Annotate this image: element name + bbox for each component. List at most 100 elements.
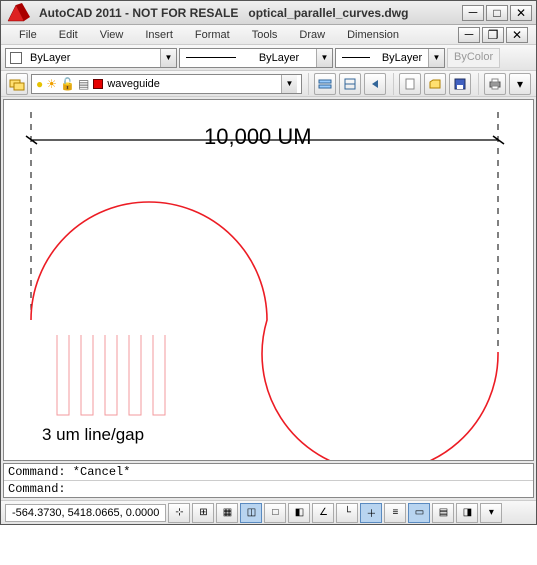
osnap-button[interactable]: □: [264, 503, 286, 523]
coordinate-display[interactable]: -564.3730, 5418.0665, 0.0000: [5, 504, 166, 522]
dimension-text: 10,000 UM: [204, 124, 312, 150]
layer-color-swatch-icon: [93, 79, 103, 89]
menu-insert[interactable]: Insert: [135, 27, 183, 43]
command-window[interactable]: Command: *Cancel* Command:: [3, 463, 534, 498]
doc-close-button[interactable]: ✕: [506, 27, 528, 43]
layer-states-icon: [318, 77, 332, 91]
tpy-icon: ▭: [415, 507, 424, 518]
menu-tools[interactable]: Tools: [242, 27, 288, 43]
print-icon: [488, 77, 502, 91]
drawing-vector: [4, 100, 529, 460]
color-dropdown[interactable]: ByLayer ▼: [5, 48, 177, 68]
otrack-button[interactable]: ∠: [312, 503, 334, 523]
qp-button[interactable]: ▤: [432, 503, 454, 523]
open-file-button[interactable]: [424, 73, 446, 95]
plotstyle-value: ByColor: [454, 51, 493, 63]
close-button[interactable]: ✕: [510, 5, 532, 21]
osnap-icon: □: [272, 507, 278, 518]
ducs-button[interactable]: └: [336, 503, 358, 523]
chevron-down-icon: ▾: [489, 507, 494, 518]
chevron-down-icon[interactable]: ▼: [428, 49, 444, 67]
ortho-button[interactable]: ▦: [216, 503, 238, 523]
sun-icon: ☀: [46, 78, 57, 90]
snap-button[interactable]: ⊹: [168, 503, 190, 523]
lineweight-value: ByLayer: [378, 52, 426, 64]
layer-properties-button[interactable]: [6, 73, 28, 95]
qp-icon: ▤: [439, 507, 448, 518]
new-file-icon: [403, 77, 417, 91]
maximize-icon: □: [493, 7, 500, 19]
snap-icon: ⊹: [175, 507, 183, 518]
color-value: ByLayer: [26, 52, 74, 64]
grid-button[interactable]: ⊞: [192, 503, 214, 523]
3dosnap-button[interactable]: ◧: [288, 503, 310, 523]
drawing-canvas[interactable]: 10,000 UM 3 um line/gap: [4, 100, 533, 460]
doc-minimize-button[interactable]: －: [458, 27, 480, 43]
layer-iso-button[interactable]: [339, 73, 361, 95]
current-layer-name: waveguide: [107, 78, 160, 90]
minimize-icon: －: [467, 7, 479, 19]
linetype-value: ByLayer: [255, 52, 303, 64]
polar-icon: ◫: [247, 507, 256, 518]
close-icon: ✕: [512, 29, 522, 41]
drawing-area-frame: 10,000 UM 3 um line/gap: [3, 99, 534, 461]
minimize-icon: －: [463, 29, 475, 41]
open-file-icon: [428, 77, 442, 91]
layer-previous-icon: [368, 77, 382, 91]
command-input[interactable]: [70, 482, 529, 496]
restore-icon: ❐: [488, 29, 499, 41]
plotstyle-dropdown-button[interactable]: ▾: [509, 73, 531, 95]
grid-icon: ⊞: [199, 507, 207, 518]
menu-draw[interactable]: Draw: [289, 27, 335, 43]
statusbar-menu-button[interactable]: ▾: [480, 503, 502, 523]
plottable-icon: ▤: [78, 78, 89, 90]
tpy-button[interactable]: ▭: [408, 503, 430, 523]
layers-toolbar: ● ☀ 🔓 ▤ waveguide ▼ ▾: [1, 71, 536, 97]
properties-toolbar: ByLayer ▼ ByLayer ▼ ByLayer ▼ ByColor: [1, 45, 536, 71]
menu-edit[interactable]: Edit: [49, 27, 88, 43]
lwt-icon: ≡: [393, 507, 399, 518]
grating-note: 3 um line/gap: [42, 425, 144, 445]
menu-file[interactable]: File: [9, 27, 47, 43]
ducs-icon: └: [344, 507, 351, 518]
chevron-down-icon[interactable]: ▼: [316, 49, 332, 67]
layer-selector[interactable]: ● ☀ 🔓 ▤ waveguide ▼: [31, 74, 302, 94]
layer-previous-button[interactable]: [364, 73, 386, 95]
maximize-button[interactable]: □: [486, 5, 508, 21]
otrack-icon: ∠: [319, 507, 328, 518]
menu-format[interactable]: Format: [185, 27, 240, 43]
layer-properties-icon: [9, 76, 25, 92]
sc-button[interactable]: ◨: [456, 503, 478, 523]
save-file-icon: [453, 77, 467, 91]
print-button[interactable]: [484, 73, 506, 95]
plotstyle-display: ByColor: [447, 48, 500, 68]
lightbulb-icon: ●: [36, 78, 43, 90]
lwt-button[interactable]: ≡: [384, 503, 406, 523]
lineweight-dropdown[interactable]: ByLayer ▼: [335, 48, 445, 68]
color-swatch-icon: [10, 52, 22, 64]
dyn-icon: ＋: [366, 505, 376, 520]
chevron-down-icon[interactable]: ▼: [160, 49, 176, 67]
new-file-button[interactable]: [399, 73, 421, 95]
linetype-dropdown[interactable]: ByLayer ▼: [179, 48, 333, 68]
menu-view[interactable]: View: [90, 27, 134, 43]
application-window: AutoCAD 2011 - NOT FOR RESALE optical_pa…: [0, 0, 537, 525]
app-title: AutoCAD 2011 - NOT FOR RESALE: [39, 6, 238, 20]
close-icon: ✕: [516, 7, 526, 19]
statusbar: -564.3730, 5418.0665, 0.0000 ⊹ ⊞ ▦ ◫ □ ◧…: [1, 500, 536, 524]
dyn-button[interactable]: ＋: [360, 503, 382, 523]
command-history-line: Command: *Cancel*: [4, 464, 533, 481]
polar-button[interactable]: ◫: [240, 503, 262, 523]
command-input-row[interactable]: Command:: [4, 481, 533, 497]
3dosnap-icon: ◧: [295, 507, 304, 518]
save-file-button[interactable]: [449, 73, 471, 95]
ortho-icon: ▦: [223, 507, 232, 518]
menu-dimension[interactable]: Dimension: [337, 27, 409, 43]
titlebar[interactable]: AutoCAD 2011 - NOT FOR RESALE optical_pa…: [1, 1, 536, 25]
doc-restore-button[interactable]: ❐: [482, 27, 504, 43]
sc-icon: ◨: [463, 507, 472, 518]
layer-states-button[interactable]: [314, 73, 336, 95]
minimize-button[interactable]: －: [462, 5, 484, 21]
chevron-down-icon[interactable]: ▼: [281, 75, 297, 93]
command-history-text: Command: *Cancel*: [8, 465, 130, 479]
